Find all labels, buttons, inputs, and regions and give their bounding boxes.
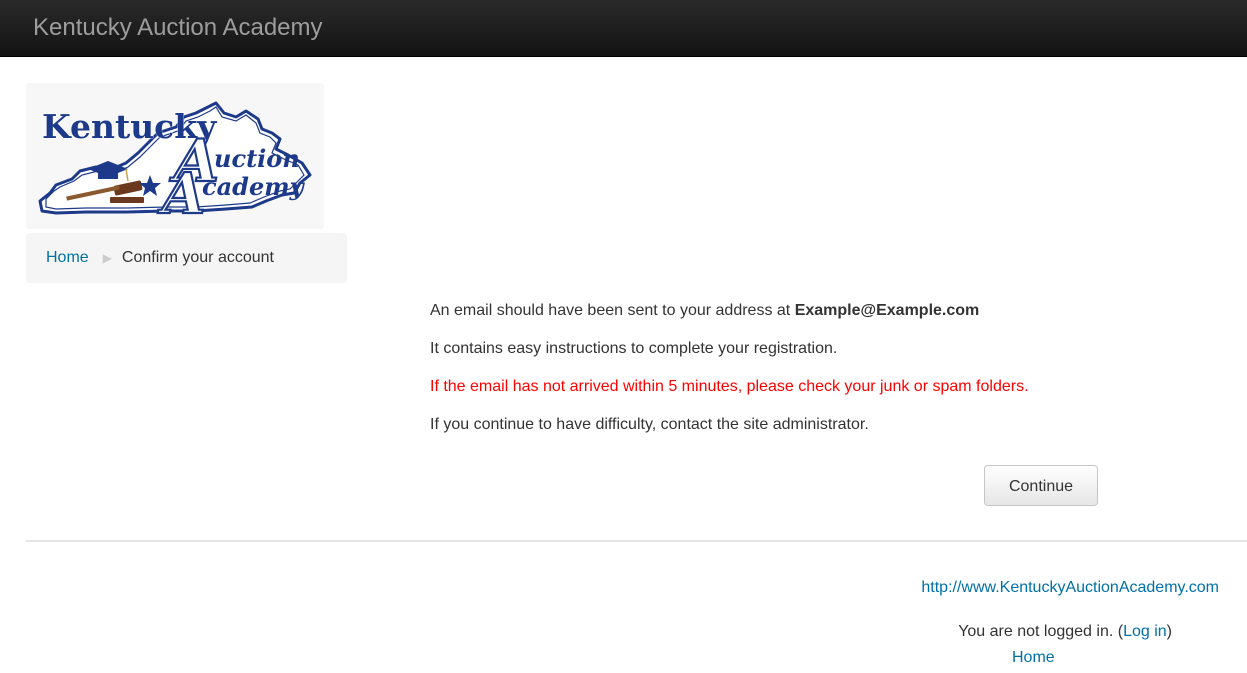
message-line-difficulty: If you continue to have difficulty, cont… [430,416,869,433]
login-paren-close: ) [1166,623,1172,640]
logo-word-uction: uction [214,144,300,173]
email-address: Example@Example.com [794,302,980,319]
site-title[interactable]: Kentucky Auction Academy [33,14,323,42]
message-line-warning: If the email has not arrived within 5 mi… [430,378,1029,395]
breadcrumb: Home ▶ Confirm your account [26,233,347,283]
continue-button[interactable]: Continue [984,465,1098,506]
login-link[interactable]: Log in [1123,623,1167,640]
breadcrumb-separator-icon: ▶ [102,251,112,265]
footer-divider [26,540,1247,542]
footer-site-url-link[interactable]: http://www.KentuckyAuctionAcademy.com [921,579,1219,597]
breadcrumb-home-link[interactable]: Home [46,249,89,267]
message-line-email-prefix: An email should have been sent to your a… [430,302,791,319]
message-line-email: An email should have been sent to your a… [430,300,1190,321]
footer-home-link[interactable]: Home [1012,649,1055,667]
message-line-instructions: It contains easy instructions to complet… [430,340,838,357]
breadcrumb-current: Confirm your account [121,249,274,266]
logo-letter-a-academy: A [157,161,205,227]
login-status-text: You are not logged in. [958,623,1114,640]
confirmation-message: An email should have been sent to your a… [430,300,1190,452]
kentucky-auction-academy-logo-image: Kentucky A uction A cademy [38,101,312,228]
top-navbar: Kentucky Auction Academy [0,0,1247,57]
site-logo[interactable]: Kentucky A uction A cademy [26,83,324,229]
logo-word-cademy: cademy [202,172,306,201]
